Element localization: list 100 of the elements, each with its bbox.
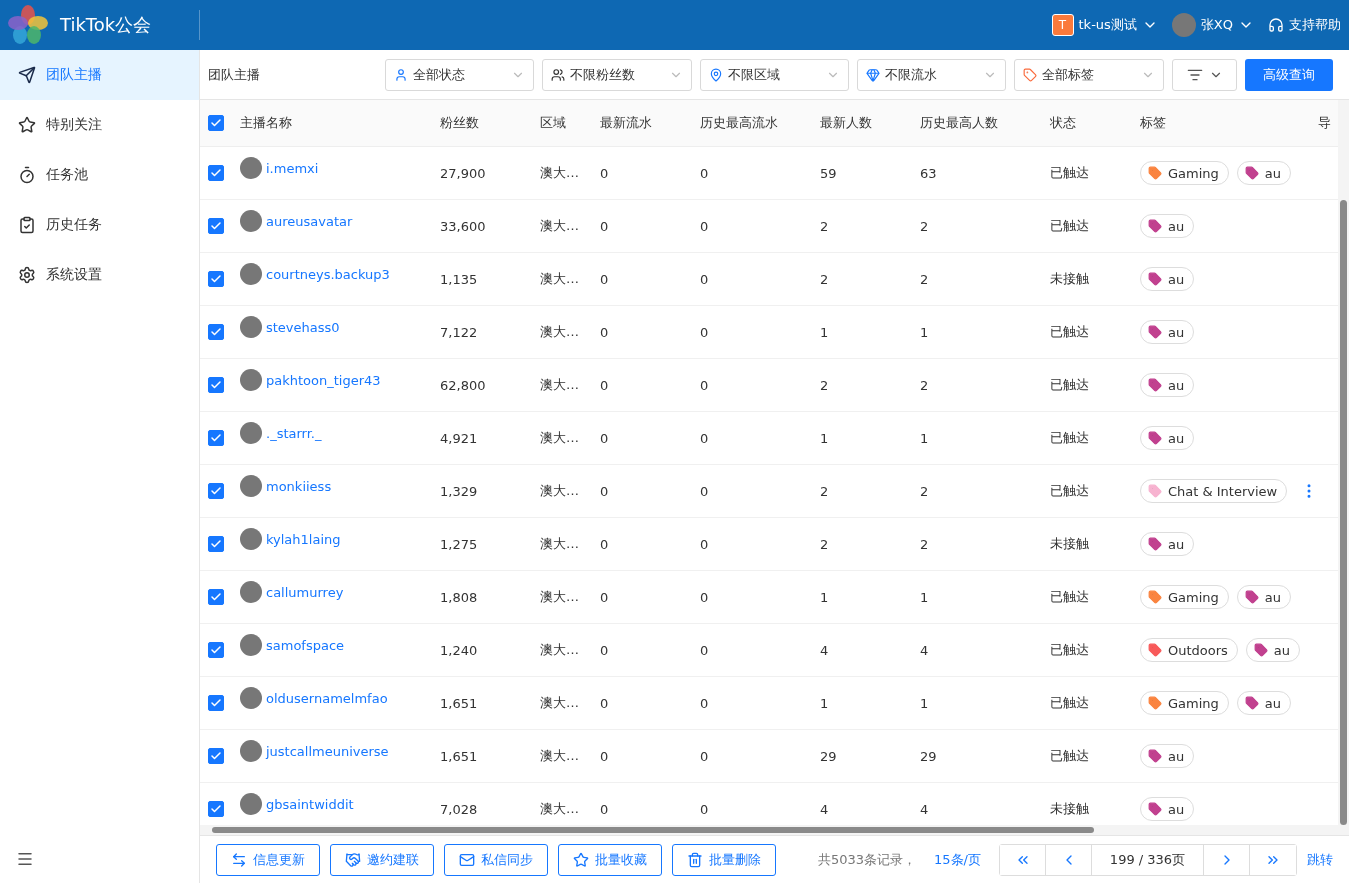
row-checkbox[interactable]: [208, 642, 224, 658]
sort-button[interactable]: [1171, 58, 1238, 91]
diamond-icon: [866, 67, 881, 82]
filter-select[interactable]: 全部状态: [385, 58, 535, 91]
page-size-link[interactable]: 15条/页: [934, 850, 981, 869]
streamer-name-link[interactable]: aureusavatar: [266, 213, 353, 229]
sidebar-item[interactable]: 团队主播: [0, 50, 199, 100]
avatar: [1171, 13, 1196, 37]
sidebar-item[interactable]: 系统设置: [0, 250, 199, 300]
check-icon: [210, 485, 222, 497]
action-button[interactable]: 私信同步: [444, 843, 548, 876]
action-button[interactable]: 批量收藏: [558, 843, 662, 876]
row-checkbox[interactable]: [208, 271, 224, 287]
table-cell-text: 1,135: [439, 271, 479, 287]
table-cell-text: 0: [599, 695, 610, 711]
action-button[interactable]: 信息更新: [216, 843, 320, 876]
table-cell-text: 0: [599, 801, 610, 817]
row-checkbox[interactable]: [208, 483, 224, 499]
filter-select[interactable]: 不限区域: [699, 58, 850, 91]
row-checkbox[interactable]: [208, 377, 224, 393]
row-checkbox[interactable]: [208, 589, 224, 605]
table-cell-text: 2: [919, 483, 930, 499]
status-cell-text: 已触达: [1049, 694, 1090, 712]
filter-select[interactable]: 全部标签: [1014, 58, 1164, 91]
sidebar-item[interactable]: 任务池: [0, 150, 199, 200]
row-checkbox[interactable]: [208, 695, 224, 711]
table-cell-text: 0: [699, 801, 710, 817]
table-cell-text: 澳大…: [539, 694, 580, 712]
table-cell-text: 0: [599, 271, 610, 287]
streamer-name-link[interactable]: oldusernamelmfao: [266, 690, 388, 706]
status-cell-text: 已触达: [1049, 429, 1090, 447]
sidebar-label: 系统设置: [46, 266, 102, 284]
streamer-name-link[interactable]: gbsaintwiddit: [266, 796, 354, 812]
streamer-name-link[interactable]: justcallmeuniverse: [266, 743, 389, 759]
status-cell-text: 已触达: [1049, 641, 1090, 659]
table-cell-text: 0: [699, 430, 710, 446]
streamer-name-link[interactable]: ._starrr._: [266, 425, 322, 441]
table-cell-text: 0: [699, 324, 710, 340]
sidebar-label: 特别关注: [46, 116, 102, 134]
avatar: [240, 687, 262, 709]
avatar: [240, 157, 262, 179]
user-menu[interactable]: 张XQ: [1171, 13, 1254, 37]
streamer-name-link[interactable]: pakhtoon_tiger43: [266, 372, 381, 388]
table-cell-text: 7,028: [439, 801, 479, 817]
horizontal-scrollbar-thumb[interactable]: [212, 827, 1094, 833]
streamer-name-link[interactable]: samofspace: [266, 637, 345, 653]
table-cell-text: 澳大…: [539, 588, 580, 606]
table-cell-text: 澳大…: [539, 164, 580, 182]
status-cell-text: 已触达: [1049, 164, 1090, 182]
table-cell-text: 澳大…: [539, 429, 580, 447]
streamer-name-link[interactable]: callumurrey: [266, 584, 344, 600]
vertical-scrollbar-thumb[interactable]: [1340, 200, 1347, 825]
action-button[interactable]: 邀约建联: [330, 843, 434, 876]
tag-label: au: [1273, 642, 1291, 658]
table-cell-text: 澳大…: [539, 323, 580, 341]
filter-label: 不限粉丝数: [570, 65, 637, 84]
row-checkbox[interactable]: [208, 218, 224, 234]
streamer-name-link[interactable]: courtneys.backup3: [266, 266, 390, 282]
record-total: 共5033条记录，: [818, 850, 917, 869]
advanced-query-button[interactable]: 高级查询: [1245, 58, 1333, 91]
row-checkbox[interactable]: [208, 748, 224, 764]
table-cell-text: 1,651: [439, 748, 479, 764]
filter-label: 不限流水: [885, 65, 939, 84]
table-cell-text: 2: [819, 536, 830, 552]
streamer-name-link[interactable]: i.memxi: [266, 160, 319, 176]
streamer-name-link[interactable]: kylah1laing: [266, 531, 341, 547]
check-icon: [210, 220, 222, 232]
help-link[interactable]: 支持帮助: [1268, 16, 1341, 34]
table-cell-text: 澳大…: [539, 270, 580, 288]
sidebar-label: 团队主播: [46, 66, 102, 84]
row-checkbox[interactable]: [208, 165, 224, 181]
menu-icon[interactable]: [16, 850, 34, 868]
jump-link[interactable]: 跳转: [1307, 850, 1333, 869]
table-cell-text: 0: [699, 377, 710, 393]
table-cell-text: 4,921: [439, 430, 479, 446]
tag-label: au: [1168, 324, 1185, 340]
filter-label: 不限区域: [727, 65, 781, 84]
table-cell-text: 29: [819, 748, 838, 764]
row-checkbox[interactable]: [208, 536, 224, 552]
row-checkbox[interactable]: [208, 801, 224, 817]
table-cell-text: 1,651: [439, 695, 479, 711]
row-checkbox[interactable]: [208, 430, 224, 446]
select-all-checkbox[interactable]: [208, 115, 224, 131]
account-switcher[interactable]: T tk-us测试: [1051, 14, 1158, 36]
sidebar-item[interactable]: 特别关注: [0, 100, 199, 150]
table-cell-text: 1: [819, 695, 830, 711]
tag-label: Outdoors: [1168, 642, 1228, 658]
table-cell-text: 27,900: [439, 165, 487, 181]
action-button[interactable]: 批量删除: [672, 843, 776, 876]
avatar: [240, 793, 262, 815]
check-icon: [210, 538, 222, 550]
sidebar-item[interactable]: 历史任务: [0, 200, 199, 250]
streamer-name-link[interactable]: monkiiess: [266, 478, 332, 494]
settings-icon: [18, 266, 36, 284]
column-header: 最新流水: [599, 114, 653, 132]
filter-select[interactable]: 不限流水: [857, 58, 1007, 91]
streamer-name-link[interactable]: stevehass0: [266, 319, 340, 335]
row-checkbox[interactable]: [208, 324, 224, 340]
users-icon: [551, 67, 566, 82]
filter-select[interactable]: 不限粉丝数: [542, 58, 692, 91]
